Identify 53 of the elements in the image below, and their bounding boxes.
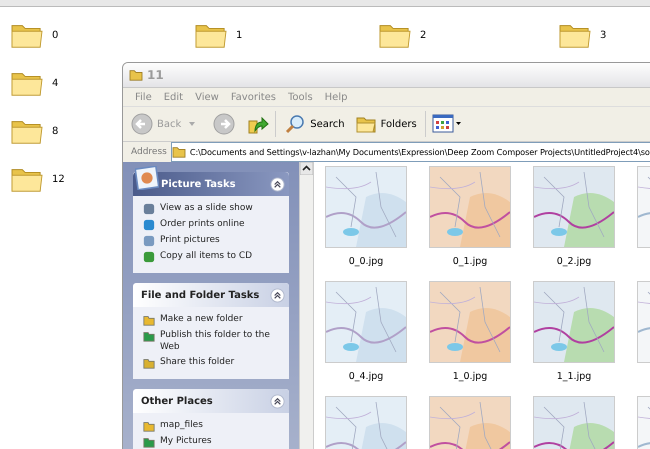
thumbnail-label[interactable]: 0_0.jpg — [348, 256, 384, 267]
thumbnail-label[interactable]: 0_2.jpg — [556, 256, 592, 267]
collapse-icon[interactable] — [270, 176, 285, 192]
task-icon[interactable] — [143, 235, 155, 247]
views-icon[interactable] — [432, 114, 462, 134]
task-link[interactable]: View as a slide show — [160, 202, 253, 214]
task-icon[interactable] — [143, 251, 155, 263]
task-icon[interactable] — [143, 219, 155, 231]
task-link[interactable]: map_files — [160, 419, 203, 431]
task-link[interactable]: Print pictures — [160, 234, 220, 246]
panel-header[interactable]: Picture Tasks — [133, 172, 289, 196]
task-link[interactable]: Make a new folder — [160, 313, 243, 325]
folder-label[interactable]: 2 — [420, 30, 426, 40]
folder-icon — [172, 146, 186, 158]
photo-icon — [135, 166, 159, 190]
folder-label[interactable]: 12 — [52, 174, 65, 184]
search-icon — [284, 113, 306, 135]
panel-title: Picture Tasks — [161, 178, 236, 190]
task-link[interactable]: My Pictures — [160, 435, 212, 447]
thumbnail-label[interactable]: 0_4.jpg — [348, 371, 384, 382]
task-icon[interactable] — [143, 330, 155, 342]
collapse-icon[interactable] — [270, 288, 285, 302]
task-icon[interactable] — [143, 420, 155, 432]
task-link[interactable]: Publish this folder to the Web — [160, 329, 283, 353]
panel-header[interactable]: File and Folder Tasks — [133, 283, 289, 307]
folder-label[interactable]: 3 — [600, 30, 606, 40]
collapse-icon[interactable] — [270, 394, 285, 408]
task-link[interactable]: Share this folder — [160, 356, 234, 368]
folder-icon — [129, 69, 143, 81]
folder-label[interactable]: 1 — [236, 30, 242, 40]
task-icon[interactable] — [143, 436, 155, 448]
folder-label[interactable]: 0 — [52, 30, 58, 40]
task-link[interactable]: Order prints online — [160, 218, 245, 230]
window-title: 11 — [147, 68, 164, 82]
forward-button[interactable] — [213, 113, 236, 135]
address-label: Address — [131, 147, 167, 157]
folder-label[interactable]: 4 — [52, 78, 58, 88]
task-icon[interactable] — [143, 357, 155, 369]
search-button[interactable]: Search — [282, 113, 347, 135]
folders-button[interactable]: Folders — [352, 113, 419, 135]
panel-title: File and Folder Tasks — [141, 290, 260, 300]
thumbnail-label[interactable]: 1_1.jpg — [556, 371, 592, 382]
task-icon[interactable] — [143, 314, 155, 326]
folder-label[interactable]: 8 — [52, 126, 58, 136]
scroll-up-button[interactable] — [300, 162, 313, 175]
panel-header[interactable]: Other Places — [133, 389, 289, 413]
task-icon[interactable] — [143, 203, 155, 215]
thumbnail-label[interactable]: 0_1.jpg — [452, 256, 488, 267]
address-field[interactable]: C:\Documents and Settings\v-lazhan\My Documents\Expression\Deep Zoom Composer Projects\UntitledProject4\so — [170, 142, 650, 162]
dropdown-icon — [189, 122, 196, 126]
panel-title: Other Places — [141, 396, 213, 406]
task-link[interactable]: Copy all items to CD — [160, 250, 252, 262]
thumbnail-label[interactable]: 1_0.jpg — [452, 371, 488, 382]
